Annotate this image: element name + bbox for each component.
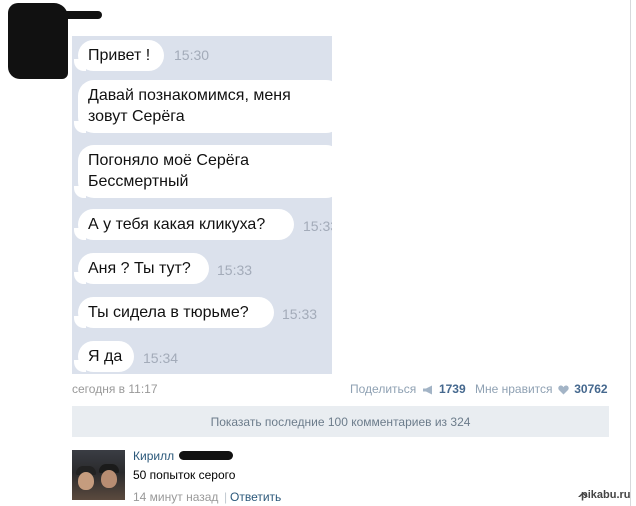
chat-bubble-text: Привет ! bbox=[88, 47, 151, 64]
scribbled-author-name bbox=[60, 11, 102, 19]
heart-icon bbox=[558, 385, 569, 395]
chat-bubble-text: Давай познакомимся, меня зовут Серёга bbox=[88, 87, 291, 125]
comment-separator: | bbox=[224, 490, 228, 504]
chat-bubble-3: Погоняло моё Серёга Бессмертный bbox=[74, 145, 332, 198]
page-right-border bbox=[630, 0, 631, 506]
comment-author-link[interactable]: Кирилл bbox=[133, 449, 174, 463]
comment-author-avatar[interactable] bbox=[72, 450, 125, 500]
chat-bubble-1: Привет ! bbox=[74, 40, 164, 71]
bubble-tail bbox=[74, 121, 86, 133]
avatar-detail bbox=[101, 470, 117, 488]
chat-timestamp: 15:33 bbox=[217, 262, 253, 278]
chat-bubble-7: Я да bbox=[74, 341, 134, 372]
chat-timestamp: 15:33 bbox=[303, 218, 332, 234]
chat-bubble-5: Аня ? Ты тут? bbox=[74, 253, 209, 284]
chat-bubble-4: А у тебя какая кликуха? bbox=[74, 209, 294, 240]
scribbled-surname bbox=[179, 451, 233, 460]
bubble-tail bbox=[74, 186, 86, 198]
comment-text: 50 попыток серого bbox=[133, 468, 236, 482]
chat-bubble-6: Ты сидела в тюрьме? bbox=[74, 297, 274, 328]
comment-time-link[interactable]: 14 минут назад bbox=[133, 490, 218, 504]
watermark-text: pikabu.ru bbox=[581, 489, 631, 501]
avatar-detail bbox=[78, 472, 94, 490]
chat-bubble-text: А у тебя какая кликуха? bbox=[88, 216, 266, 233]
reply-link[interactable]: Ответить bbox=[230, 490, 281, 504]
show-comments-label: Показать последние 100 комментариев из 3… bbox=[210, 414, 471, 429]
bubble-tail bbox=[74, 228, 86, 240]
megaphone-icon bbox=[422, 385, 432, 395]
post-date-link[interactable]: сегодня в 11:17 bbox=[72, 382, 158, 396]
chat-bubble-text: Я да bbox=[88, 348, 123, 365]
share-count: 1739 bbox=[438, 382, 466, 396]
like-count: 30762 bbox=[574, 382, 608, 396]
chat-timestamp: 15:34 bbox=[143, 350, 179, 366]
chat-bubble-2: Давай познакомимся, меня зовут Серёга bbox=[74, 80, 332, 133]
bubble-tail bbox=[74, 316, 86, 328]
chat-timestamp: 15:33 bbox=[282, 306, 318, 322]
chat-bubble-text: Аня ? Ты тут? bbox=[88, 260, 191, 277]
chat-timestamp: 15:30 bbox=[174, 47, 210, 63]
scribbled-avatar bbox=[8, 3, 68, 79]
like-button[interactable]: Мне нравится 30762 bbox=[475, 382, 608, 396]
chat-bubble-text: Погоняло моё Серёга Бессмертный bbox=[88, 152, 250, 190]
chat-bubble-text: Ты сидела в тюрьме? bbox=[88, 304, 249, 321]
bubble-tail bbox=[74, 360, 86, 372]
share-button[interactable]: Поделиться 1739 bbox=[350, 382, 466, 396]
bubble-tail bbox=[74, 59, 86, 71]
chat-screenshot-image[interactable]: Привет ! 15:30 Давай познакомимся, меня … bbox=[72, 36, 332, 374]
share-label: Поделиться bbox=[350, 382, 417, 396]
bubble-tail bbox=[74, 272, 86, 284]
like-label: Мне нравится bbox=[475, 382, 553, 396]
show-comments-button[interactable]: Показать последние 100 комментариев из 3… bbox=[72, 406, 609, 437]
